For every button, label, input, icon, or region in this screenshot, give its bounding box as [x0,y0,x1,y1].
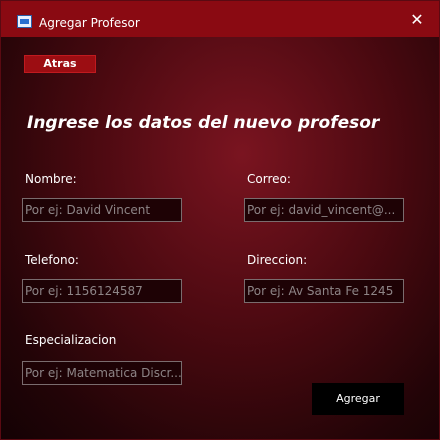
title-bar: Agregar Profesor ✕ [1,1,439,37]
especializacion-input[interactable] [22,361,182,385]
telefono-label: Telefono: [25,253,79,267]
direccion-label: Direccion: [247,253,308,267]
direccion-input[interactable] [244,279,404,303]
nombre-input[interactable] [22,198,182,222]
window-title: Agregar Profesor [39,16,140,30]
form-heading: Ingrese los datos del nuevo profesor [27,113,380,133]
nombre-label: Nombre: [25,172,77,186]
correo-input[interactable] [244,198,404,222]
close-button[interactable]: ✕ [403,8,431,32]
telefono-input[interactable] [22,279,182,303]
correo-label: Correo: [247,172,291,186]
back-button[interactable]: Atras [24,55,96,73]
agregar-button[interactable]: Agregar [312,383,404,415]
app-icon [17,15,32,28]
agregar-profesor-window: Agregar Profesor ✕ Atras Ingrese los dat… [0,0,440,440]
especializacion-label: Especializacion [25,333,117,347]
